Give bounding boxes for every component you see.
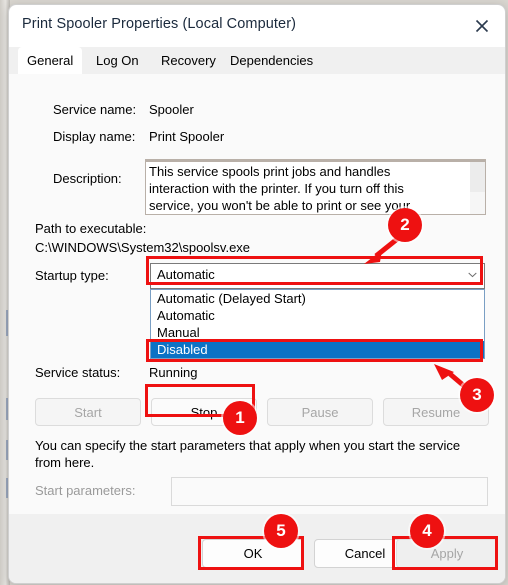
annotation-badge-4: 4	[410, 514, 444, 548]
pause-button-label: Pause	[301, 404, 339, 420]
description-scrollbar-thumb[interactable]	[470, 162, 485, 192]
service-name-value: Spooler	[149, 102, 194, 117]
general-tab-panel: Service name: Spooler Display name: Prin…	[9, 74, 505, 514]
resume-button-label: Resume	[411, 404, 461, 420]
service-status-value: Running	[149, 365, 198, 380]
description-textarea[interactable]: This service spools print jobs and handl…	[145, 159, 486, 215]
startup-type-label: Startup type:	[35, 268, 109, 283]
ok-button-label: OK	[243, 546, 263, 561]
tab-general[interactable]: General	[18, 47, 83, 74]
stop-button-label: Stop	[190, 404, 218, 420]
startup-type-option-disabled[interactable]: Disabled	[151, 341, 484, 358]
apply-button[interactable]: Apply	[396, 539, 498, 568]
tab-log-on-label: Log On	[96, 53, 139, 68]
display-name-label: Display name:	[53, 129, 136, 144]
close-button[interactable]	[459, 5, 505, 46]
service-status-label: Service status:	[35, 365, 121, 380]
apply-button-label: Apply	[430, 546, 464, 561]
annotation-badge-2: 2	[388, 208, 422, 242]
description-label: Description:	[53, 171, 122, 186]
title-bar: Print Spooler Properties (Local Computer…	[9, 5, 505, 47]
start-button-label: Start	[74, 404, 102, 420]
tab-strip: General Log On Recovery Dependencies	[9, 47, 505, 75]
startup-type-value: Automatic	[157, 267, 215, 282]
cancel-button-label: Cancel	[344, 546, 386, 561]
tab-recovery[interactable]: Recovery	[152, 47, 225, 74]
path-to-executable-label: Path to executable:	[35, 221, 147, 236]
startup-type-option-automatic-delayed[interactable]: Automatic (Delayed Start)	[151, 290, 484, 307]
start-parameters-label: Start parameters:	[35, 483, 136, 498]
window-title: Print Spooler Properties (Local Computer…	[22, 16, 297, 32]
tab-dependencies[interactable]: Dependencies	[221, 47, 322, 74]
display-name-value: Print Spooler	[149, 129, 225, 144]
startup-type-option-automatic[interactable]: Automatic	[151, 307, 484, 324]
startup-type-dropdown-list[interactable]: Automatic (Delayed Start) Automatic Manu…	[150, 289, 485, 359]
annotation-badge-3: 3	[460, 378, 494, 412]
startup-type-combobox[interactable]: Automatic	[150, 263, 485, 289]
pause-button[interactable]: Pause	[267, 398, 373, 426]
tab-general-label: General	[27, 53, 74, 68]
description-scrollbar[interactable]	[470, 162, 485, 214]
start-parameters-input[interactable]	[171, 477, 488, 506]
annotation-badge-5: 5	[264, 514, 298, 548]
service-name-label: Service name:	[53, 102, 137, 117]
startup-type-option-manual[interactable]: Manual	[151, 324, 484, 341]
tab-log-on[interactable]: Log On	[87, 47, 148, 74]
service-properties-dialog: Print Spooler Properties (Local Computer…	[8, 4, 506, 584]
annotation-badge-1: 1	[223, 401, 257, 435]
tab-dependencies-label: Dependencies	[230, 53, 314, 68]
start-button[interactable]: Start	[35, 398, 141, 426]
chevron-down-icon	[468, 272, 477, 278]
start-parameters-hint: You can specify the start parameters tha…	[35, 438, 461, 470]
path-to-executable-value: C:\WINDOWS\System32\spoolsv.exe	[35, 240, 251, 255]
close-icon	[475, 19, 489, 32]
tab-recovery-label: Recovery	[161, 53, 216, 68]
